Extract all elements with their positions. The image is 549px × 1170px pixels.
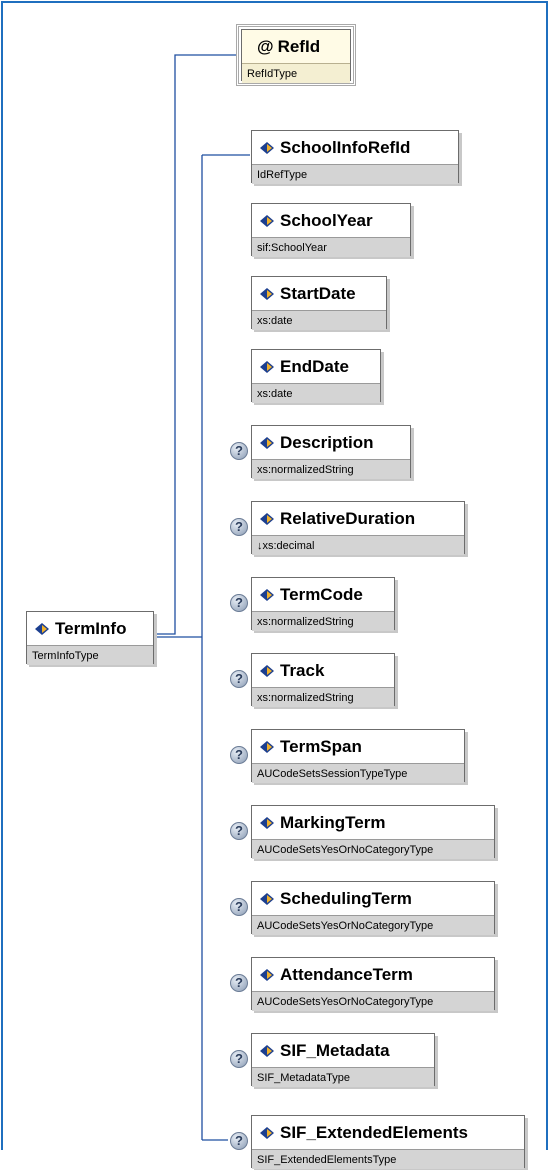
root-element-type: TermInfoType	[27, 645, 153, 665]
optional-question-icon: ?	[230, 594, 248, 612]
element-type: SIF_ExtendedElementsType	[252, 1149, 524, 1169]
element-diamond-icon	[260, 588, 274, 601]
optional-question-icon: ?	[230, 974, 248, 992]
element-header: Description	[252, 426, 410, 459]
element-type: AUCodeSetsYesOrNoCategoryType	[252, 915, 494, 935]
element-name: SIF_Metadata	[280, 1040, 390, 1060]
element-node[interactable]: MarkingTerm AUCodeSetsYesOrNoCategoryType	[251, 805, 495, 859]
root-element-node[interactable]: TermInfo TermInfoType	[26, 611, 154, 665]
element-type: IdRefType	[252, 164, 458, 184]
element-diamond-icon	[260, 1126, 274, 1139]
optional-question-icon: ?	[230, 670, 248, 688]
element-name: Track	[280, 660, 325, 680]
element-node[interactable]: SIF_Metadata SIF_MetadataType	[251, 1033, 435, 1087]
element-header: SchedulingTerm	[252, 882, 494, 915]
element-diamond-icon	[260, 360, 274, 373]
element-name: SchoolYear	[280, 210, 373, 230]
root-element-name: TermInfo	[55, 618, 127, 638]
element-node[interactable]: RelativeDuration ↓xs:decimal	[251, 501, 465, 555]
element-type: AUCodeSetsYesOrNoCategoryType	[252, 991, 494, 1011]
element-diamond-icon	[260, 968, 274, 981]
element-node[interactable]: StartDate xs:date	[251, 276, 387, 330]
element-header: AttendanceTerm	[252, 958, 494, 991]
element-header: RelativeDuration	[252, 502, 464, 535]
optional-question-icon: ?	[230, 746, 248, 764]
attribute-type: RefIdType	[242, 63, 350, 83]
optional-question-icon: ?	[230, 1050, 248, 1068]
element-diamond-icon	[260, 816, 274, 829]
element-header: MarkingTerm	[252, 806, 494, 839]
element-node[interactable]: TermCode xs:normalizedString	[251, 577, 395, 631]
element-name: SchoolInfoRefId	[280, 137, 411, 157]
optional-question-icon: ?	[230, 1132, 248, 1150]
element-type: AUCodeSetsSessionTypeType	[252, 763, 464, 783]
element-name: TermCode	[280, 584, 363, 604]
optional-question-icon: ?	[230, 442, 248, 460]
element-node[interactable]: SchedulingTerm AUCodeSetsYesOrNoCategoryT…	[251, 881, 495, 935]
element-node[interactable]: AttendanceTerm AUCodeSetsYesOrNoCategoryT…	[251, 957, 495, 1011]
element-diamond-icon	[260, 141, 274, 154]
element-header: StartDate	[252, 277, 386, 310]
element-header: SIF_ExtendedElements	[252, 1116, 524, 1149]
element-node[interactable]: SchoolYear sif:SchoolYear	[251, 203, 411, 257]
element-name: RelativeDuration	[280, 508, 416, 528]
attribute-at-icon: @	[257, 36, 274, 56]
element-name: SIF_ExtendedElements	[280, 1122, 469, 1142]
element-name: TermSpan	[280, 736, 362, 756]
element-header: SchoolYear	[252, 204, 410, 237]
element-node[interactable]: TermSpan AUCodeSetsSessionTypeType	[251, 729, 465, 783]
element-header: Track	[252, 654, 394, 687]
element-diamond-icon	[260, 436, 274, 449]
element-name: StartDate	[280, 283, 356, 303]
element-type: AUCodeSetsYesOrNoCategoryType	[252, 839, 494, 859]
element-type: SIF_MetadataType	[252, 1067, 434, 1087]
attribute-name: RefId	[277, 36, 321, 56]
element-type: xs:normalizedString	[252, 687, 394, 707]
element-header: SIF_Metadata	[252, 1034, 434, 1067]
optional-question-icon: ?	[230, 518, 248, 536]
element-name: AttendanceTerm	[280, 964, 413, 984]
element-type: xs:date	[252, 383, 380, 403]
element-type: xs:normalizedString	[252, 459, 410, 479]
element-node[interactable]: SIF_ExtendedElements SIF_ExtendedElements…	[251, 1115, 525, 1169]
element-diamond-icon	[260, 892, 274, 905]
element-type: xs:date	[252, 310, 386, 330]
element-type: sif:SchoolYear	[252, 237, 410, 257]
root-element-header: TermInfo	[27, 612, 153, 645]
element-header: TermSpan	[252, 730, 464, 763]
element-diamond-icon	[260, 1044, 274, 1057]
element-diamond-icon	[260, 287, 274, 300]
element-diamond-icon	[260, 512, 274, 525]
element-diamond-icon	[260, 740, 274, 753]
connector-root-attribute	[154, 54, 236, 635]
element-node[interactable]: EndDate xs:date	[251, 349, 381, 403]
element-header: TermCode	[252, 578, 394, 611]
element-diamond-icon	[35, 622, 49, 635]
element-node[interactable]: Track xs:normalizedString	[251, 653, 395, 707]
element-name: EndDate	[280, 356, 349, 376]
element-header: EndDate	[252, 350, 380, 383]
attribute-node[interactable]: @ RefId RefIdType	[236, 24, 356, 86]
element-node[interactable]: Description xs:normalizedString	[251, 425, 411, 479]
element-name: SchedulingTerm	[280, 888, 412, 908]
optional-question-icon: ?	[230, 898, 248, 916]
element-type: ↓xs:decimal	[252, 535, 464, 555]
element-diamond-icon	[260, 664, 274, 677]
element-name: MarkingTerm	[280, 812, 386, 832]
element-diamond-icon	[260, 214, 274, 227]
element-node[interactable]: SchoolInfoRefId IdRefType	[251, 130, 459, 184]
element-type: xs:normalizedString	[252, 611, 394, 631]
optional-question-icon: ?	[230, 822, 248, 840]
element-header: SchoolInfoRefId	[252, 131, 458, 164]
element-name: Description	[280, 432, 374, 452]
attribute-header: @ RefId	[242, 30, 350, 63]
